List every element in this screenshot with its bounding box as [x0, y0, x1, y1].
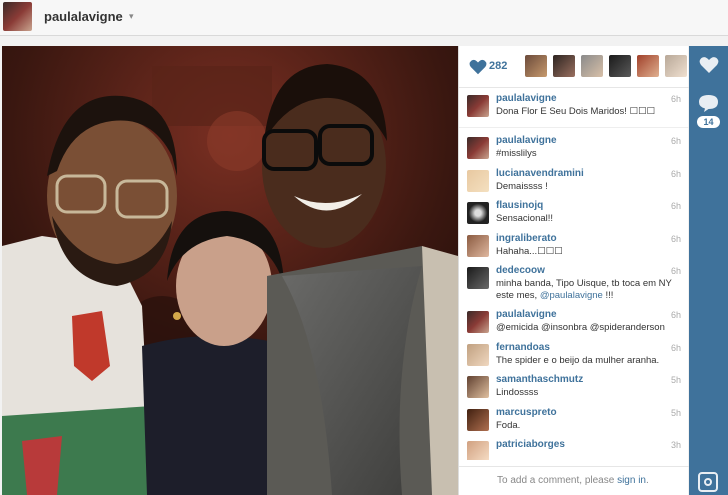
comment-username[interactable]: paulalavigne [496, 135, 557, 146]
liker-avatar[interactable] [665, 55, 687, 77]
list-item: ingraliberato Hahaha...☐☐☐ 6h [459, 230, 689, 263]
comment-username[interactable]: lucianavendramini [496, 168, 584, 179]
list-item: samanthaschmutz Lindossss 5h [459, 371, 689, 404]
comment-time: 6h [670, 342, 681, 353]
comment-username[interactable]: paulalavigne [496, 93, 557, 104]
avatar[interactable] [467, 267, 489, 289]
avatar[interactable] [467, 137, 489, 159]
comment-username[interactable]: samanthaschmutz [496, 374, 583, 385]
comment-username[interactable]: patriciaborges [496, 439, 565, 450]
comment-text: minha banda, Tipo Uisque, tb toca em NY … [496, 278, 672, 301]
likes-count[interactable]: 282 [489, 60, 507, 72]
comment-username[interactable]: dedecoow [496, 265, 545, 276]
comment-time: 5h [670, 375, 681, 385]
photo-image [2, 46, 458, 495]
comment-text: The spider e o beijo da mulher aranha. [496, 354, 660, 366]
liker-avatar[interactable] [553, 55, 575, 77]
avatar[interactable] [467, 343, 489, 366]
comment-time: 6h [670, 201, 681, 211]
avatar[interactable] [467, 95, 489, 117]
avatar[interactable] [467, 441, 489, 460]
comment-time: 6h [670, 233, 681, 244]
liker-avatar[interactable] [581, 55, 603, 77]
header-bar: paulalavigne ▾ [0, 0, 728, 36]
comment-text: #misslilys [496, 148, 537, 159]
comment-text: Lindossss [496, 387, 539, 398]
comment-time: 6h [670, 94, 681, 104]
avatar[interactable] [467, 169, 489, 192]
liker-avatar[interactable] [637, 55, 659, 77]
avatar[interactable] [467, 408, 489, 431]
list-item: paulalavigne Dona Flor E Seu Dois Marido… [459, 90, 689, 128]
add-comment-prompt: To add a comment, please sign in. [459, 466, 689, 495]
instagram-photo-page: paulalavigne ▾ 282 paulalavigne Dona Flo… [0, 0, 728, 495]
comment-time: 5h [670, 407, 681, 418]
avatar[interactable] [467, 376, 489, 398]
main-photo[interactable] [2, 46, 458, 495]
liker-avatar[interactable] [525, 55, 547, 77]
comment-username[interactable]: paulalavigne [496, 309, 557, 320]
list-item: marcuspreto Foda. 5h [459, 404, 689, 437]
comment-time: 6h [670, 310, 681, 320]
camera-icon[interactable] [698, 472, 718, 492]
list-item: lucianavendramini Demaissss ! 6h [459, 165, 689, 198]
comment-bubble-icon[interactable] [698, 94, 719, 113]
comment-username[interactable]: ingraliberato [496, 233, 557, 244]
mention-link[interactable]: @paulalavigne [540, 290, 603, 301]
list-item: paulalavigne @emicida @insonbra @spidera… [459, 306, 689, 339]
list-item: patriciaborges 3h [459, 436, 689, 460]
mention-link[interactable]: @emicida @insonbra @spideranderson [496, 322, 682, 334]
comments-panel: 282 paulalavigne Dona Flor E Seu Dois Ma… [458, 46, 689, 495]
comment-text: Foda. [496, 419, 521, 431]
comments-list: paulalavigne Dona Flor E Seu Dois Marido… [459, 90, 689, 460]
comment-time: 6h [670, 266, 681, 276]
sign-in-link[interactable]: sign in [617, 475, 646, 486]
likes-row: 282 [459, 46, 689, 88]
heart-icon[interactable] [469, 58, 487, 76]
list-item: flausinojq Sensacional!! 6h [459, 197, 689, 230]
comment-username[interactable]: fernandoas [496, 342, 550, 353]
comment-count-badge: 14 [697, 116, 720, 128]
comment-username[interactable]: marcuspreto [496, 407, 557, 418]
comment-text: Hahaha...☐☐☐ [496, 245, 563, 257]
avatar[interactable] [467, 202, 489, 224]
comment-time: 6h [670, 168, 681, 179]
list-item: fernandoas The spider e o beijo da mulhe… [459, 339, 689, 372]
list-item: dedecoow minha banda, Tipo Uisque, tb to… [459, 262, 689, 306]
comment-text: Sensacional!! [496, 213, 554, 224]
comment-text: Demaissss ! [496, 180, 548, 192]
comment-text: Dona Flor E Seu Dois Maridos! ☐☐☐ [496, 106, 656, 117]
heart-icon[interactable] [699, 56, 719, 74]
avatar[interactable] [467, 311, 489, 333]
liker-avatar[interactable] [609, 55, 631, 77]
user-avatar[interactable] [3, 2, 32, 31]
action-rail: 14 [689, 46, 728, 495]
header-username[interactable]: paulalavigne [44, 9, 123, 24]
chevron-down-icon[interactable]: ▾ [129, 11, 134, 22]
comment-username[interactable]: flausinojq [496, 200, 543, 211]
comment-time: 6h [670, 136, 681, 146]
list-item: paulalavigne #misslilys 6h [459, 132, 689, 165]
comment-time: 3h [670, 440, 681, 450]
avatar[interactable] [467, 234, 489, 257]
